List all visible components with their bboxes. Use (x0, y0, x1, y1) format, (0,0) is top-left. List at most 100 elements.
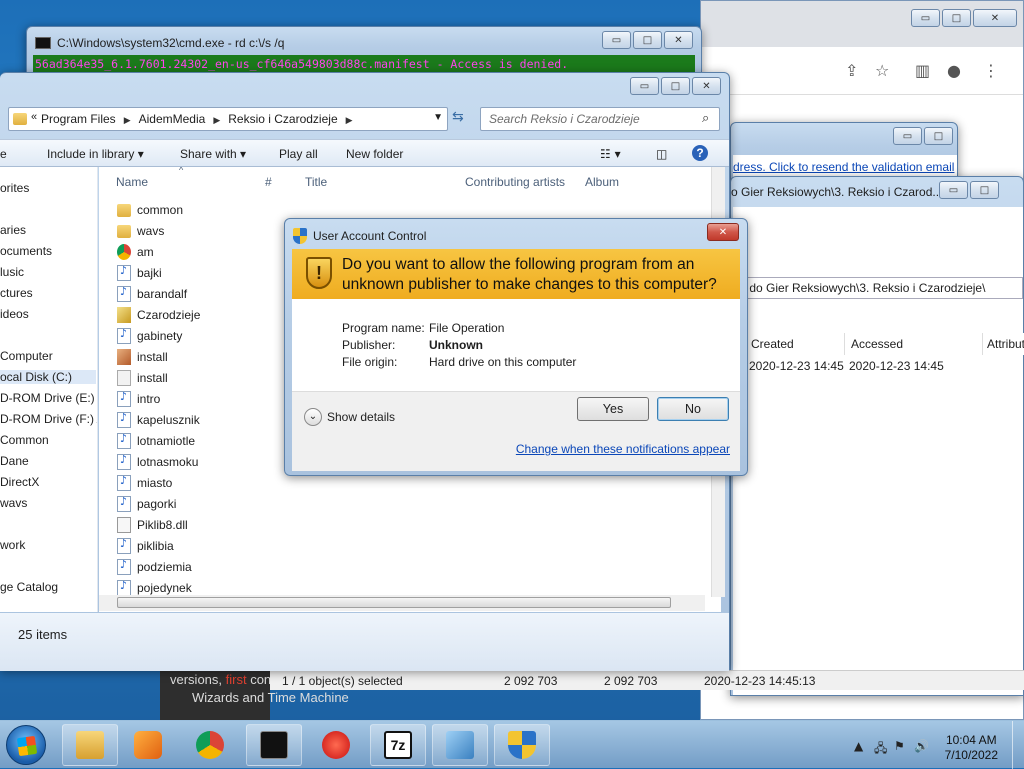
address-dropdown-icon[interactable]: ▼ (433, 112, 443, 123)
play-all-button[interactable]: Play all (279, 147, 318, 161)
breadcrumb-item[interactable]: Program Files (41, 112, 116, 126)
volume-icon[interactable]: 🔊 (914, 739, 929, 753)
breadcrumb-chevron-icon[interactable]: ▶ (346, 115, 353, 125)
file-list-item[interactable]: miasto (117, 473, 172, 493)
minimize-button[interactable]: ▭ (630, 77, 659, 95)
file-list-item[interactable]: lotnamiotle (117, 431, 195, 451)
minimize-button[interactable]: ▭ (939, 181, 968, 199)
include-in-library-menu[interactable]: Include in library ▾ (47, 147, 144, 161)
close-button[interactable]: ✕ (692, 77, 721, 95)
maximize-button[interactable]: □ (942, 9, 971, 27)
taskbar-media-player[interactable] (120, 724, 176, 766)
help-icon[interactable]: ? (692, 145, 708, 161)
side-panel-icon[interactable]: ▥ (915, 61, 930, 80)
nav-item[interactable]: work (0, 538, 25, 552)
clock[interactable]: 10:04 AM 7/10/2022 (945, 733, 998, 763)
file-list-item[interactable]: barandalf (117, 284, 187, 304)
file-list-item[interactable]: common (117, 200, 183, 220)
breadcrumb-item[interactable]: AidemMedia (139, 112, 206, 126)
nav-item[interactable]: ideos (0, 307, 29, 321)
taskbar-uac[interactable] (494, 724, 550, 766)
menu-kebab-icon[interactable]: ⋮ (983, 61, 999, 80)
profile-avatar-icon[interactable]: ● (947, 61, 961, 80)
new-folder-button[interactable]: New folder (346, 147, 403, 161)
file-list-item[interactable]: install (117, 368, 168, 388)
file-list-item[interactable]: Czarodzieje (117, 305, 200, 325)
no-button[interactable]: No (657, 397, 729, 421)
nav-item[interactable]: ocal Disk (C:) (0, 370, 96, 384)
close-button[interactable]: ✕ (707, 223, 739, 241)
file-list-item[interactable]: lotnasmoku (117, 452, 198, 472)
file-list-item[interactable]: am (117, 242, 154, 262)
nav-item[interactable]: ge Catalog (0, 580, 58, 594)
file-list-item[interactable]: kapelusznik (117, 410, 200, 430)
breadcrumb-chevron-icon[interactable]: ▶ (124, 115, 131, 125)
taskbar-7zip[interactable]: 7z (370, 724, 426, 766)
address-bar[interactable]: « Program Files ▶ AidemMedia ▶ Reksio i Czar… (8, 107, 448, 131)
close-button[interactable]: ✕ (973, 9, 1017, 27)
maximize-button[interactable]: □ (633, 31, 662, 49)
column-album[interactable]: Album (585, 175, 619, 189)
maximize-button[interactable]: □ (661, 77, 690, 95)
column-name[interactable]: Name (116, 175, 148, 189)
nav-item[interactable]: Dane (0, 454, 29, 468)
file-list-item[interactable]: piklibia (117, 536, 174, 556)
maximize-button[interactable]: □ (924, 127, 953, 145)
action-center-icon[interactable]: ⚑ (894, 739, 905, 753)
search-icon[interactable]: ⌕ (702, 111, 709, 126)
nav-item[interactable]: ocuments (0, 244, 52, 258)
file-list-item[interactable]: podziemia (117, 557, 192, 577)
nav-item[interactable]: D-ROM Drive (F:) A (0, 412, 97, 426)
taskbar-explorer[interactable] (62, 724, 118, 766)
column-title[interactable]: Title (305, 175, 327, 189)
nav-item[interactable]: lusic (0, 265, 24, 279)
nav-item[interactable]: DirectX (0, 475, 39, 489)
file-list-item[interactable]: Piklib8.dll (117, 515, 188, 535)
file-list-item[interactable]: pagorki (117, 494, 176, 514)
show-desktop-button[interactable] (1012, 721, 1024, 769)
nav-item[interactable]: wavs (0, 496, 27, 510)
nav-item[interactable]: Computer (0, 349, 53, 363)
organize-menu[interactable]: e (0, 147, 7, 161)
column-attributes[interactable]: Attribut (983, 333, 1024, 355)
scroll-thumb[interactable] (117, 597, 671, 608)
network-icon[interactable]: 🖧 (874, 739, 887, 760)
nav-item[interactable]: ctures (0, 286, 33, 300)
nav-item[interactable]: D-ROM Drive (E:) A (0, 391, 97, 405)
nav-item[interactable]: Common (0, 433, 49, 447)
column-accessed[interactable]: Accessed (847, 333, 983, 355)
file-list-item[interactable]: install (117, 347, 168, 367)
horizontal-scrollbar[interactable] (99, 595, 705, 611)
file-list-item[interactable]: intro (117, 389, 160, 409)
minimize-button[interactable]: ▭ (911, 9, 940, 27)
share-icon[interactable]: ⇪ (845, 61, 858, 80)
taskbar-control-panel[interactable] (432, 724, 488, 766)
column-number[interactable]: # (265, 175, 272, 189)
maximize-button[interactable]: □ (970, 181, 999, 199)
column-created[interactable]: Created (747, 333, 845, 355)
refresh-icon[interactable]: ⇆ (452, 109, 464, 125)
archive-path-bar[interactable]: y do Gier Reksiowych\3. Reksio i Czarodz… (733, 277, 1023, 299)
preview-pane-icon[interactable]: ◫ (656, 147, 667, 161)
view-options-icon[interactable]: ☷ ▾ (600, 147, 621, 161)
minimize-button[interactable]: ▭ (893, 127, 922, 145)
nav-item[interactable]: aries (0, 223, 26, 237)
file-list-item[interactable]: gabinety (117, 326, 182, 346)
bookmark-star-icon[interactable]: ☆ (875, 61, 889, 80)
taskbar-flash[interactable] (308, 724, 364, 766)
show-hidden-icons-icon[interactable]: ▲ (854, 739, 863, 753)
file-list-item[interactable]: wavs (117, 221, 164, 241)
share-with-menu[interactable]: Share with ▾ (180, 147, 246, 161)
breadcrumb-item[interactable]: Reksio i Czarodzieje (228, 112, 337, 126)
breadcrumb-chevron-icon[interactable]: ▶ (213, 115, 220, 125)
breadcrumb-overflow-icon[interactable]: « (31, 111, 37, 123)
start-button[interactable] (6, 725, 46, 765)
taskbar-cmd[interactable] (246, 724, 302, 766)
column-contributing-artists[interactable]: Contributing artists (465, 175, 565, 189)
resend-validation-link[interactable]: dress. Click to resend the validation em… (733, 160, 954, 174)
search-input[interactable]: Search Reksio i Czarodzieje (480, 107, 720, 131)
show-details-chevron-icon[interactable]: ⌄ (304, 408, 322, 426)
minimize-button[interactable]: ▭ (602, 31, 631, 49)
yes-button[interactable]: Yes (577, 397, 649, 421)
close-button[interactable]: ✕ (664, 31, 693, 49)
